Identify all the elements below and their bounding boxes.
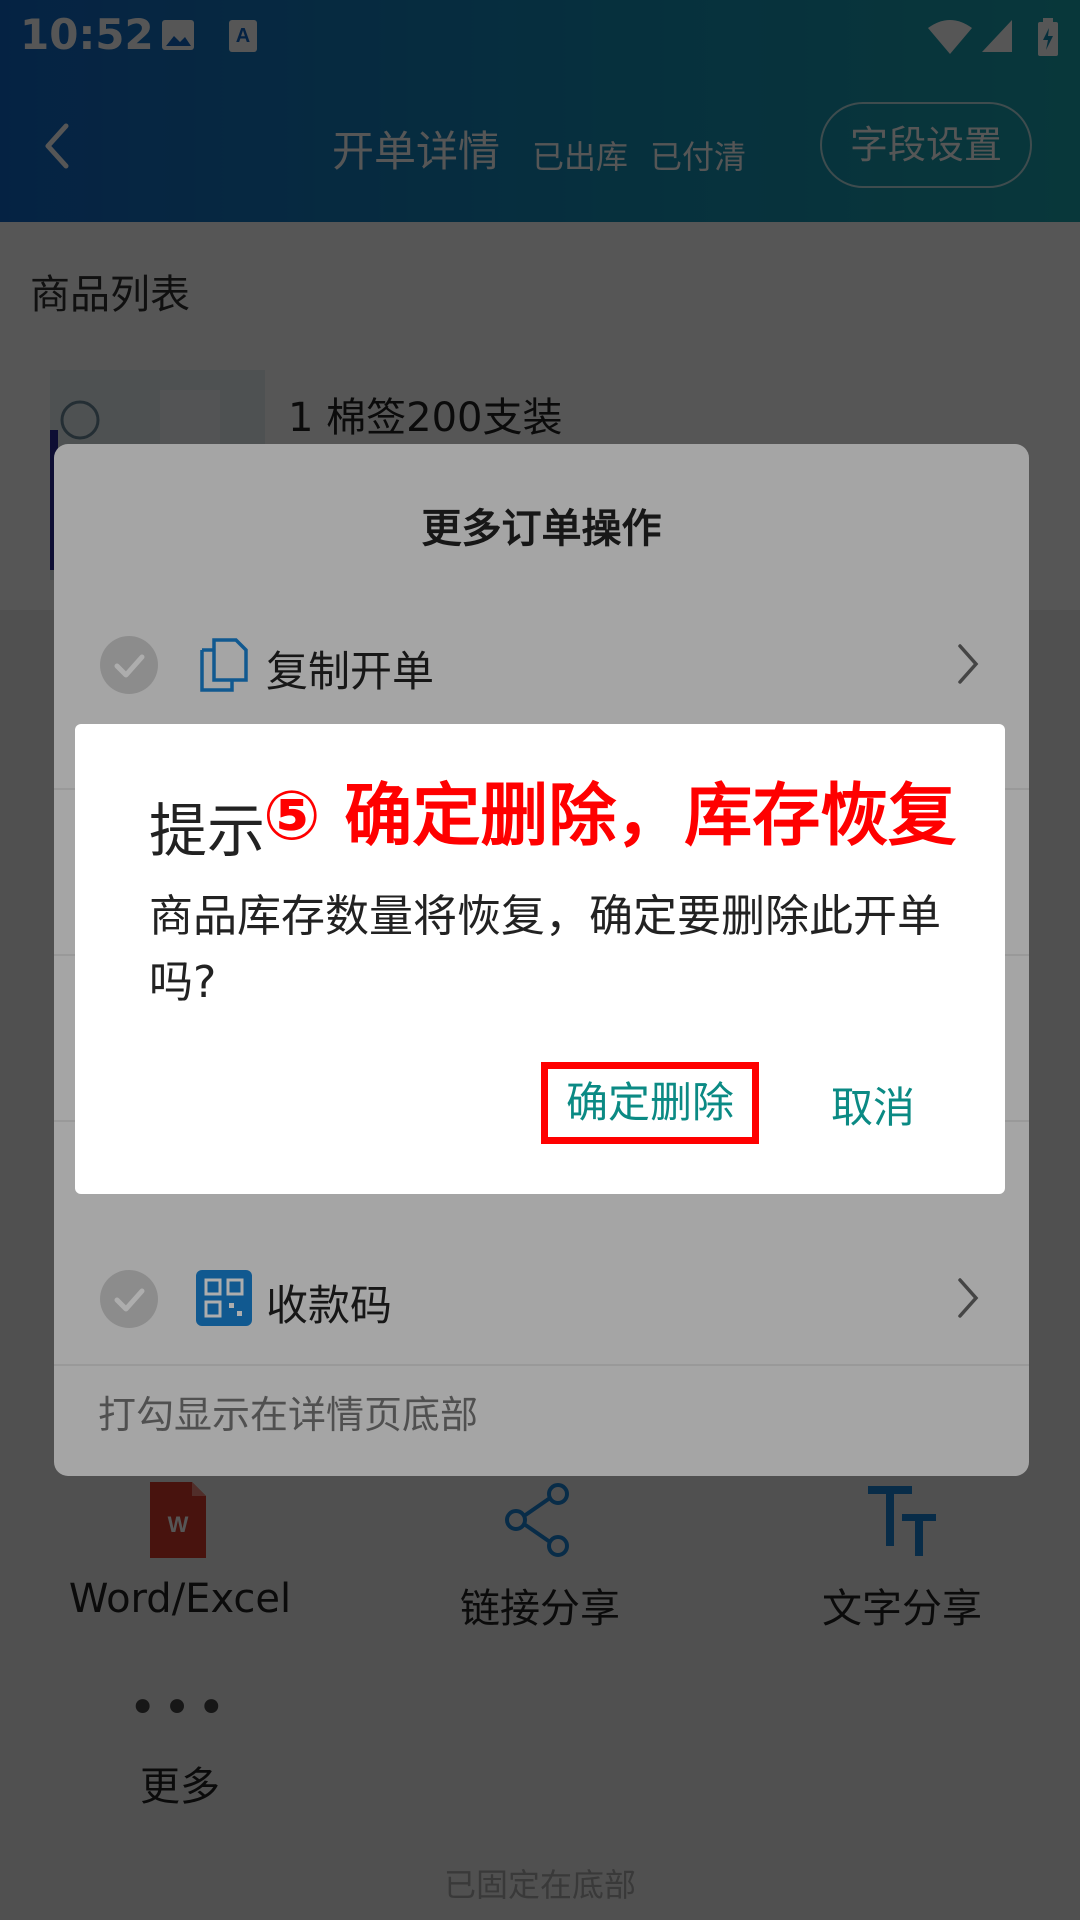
dialog-title: 提示 — [149, 797, 266, 865]
tutorial-annotation: ⑤ 确定删除，库存恢复 — [263, 777, 957, 856]
cancel-button[interactable]: 取消 — [831, 1074, 915, 1135]
delete-confirm-dialog: 提示 ⑤ 确定删除，库存恢复 商品库存数量将恢复，确定要删除此开单吗? 确定删除… — [75, 724, 1005, 1194]
confirm-delete-button[interactable]: 确定删除 — [541, 1062, 759, 1144]
dialog-message: 商品库存数量将恢复，确定要删除此开单吗? — [149, 891, 941, 1008]
